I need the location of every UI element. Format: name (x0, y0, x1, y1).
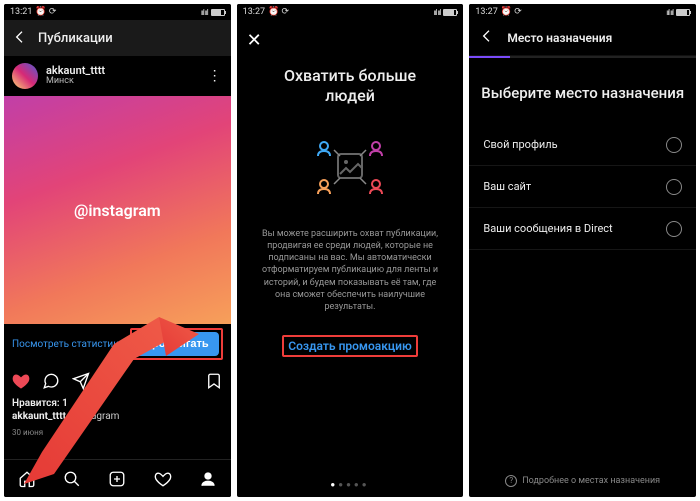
page-indicator: ●●●●● (237, 480, 464, 489)
radio-icon[interactable] (666, 137, 682, 153)
status-time: 13:27 (243, 7, 265, 17)
app-header: Место назначения (469, 20, 696, 56)
app-header: Публикации (4, 20, 231, 56)
post-caption: akkaunt_tttt #instagram (4, 409, 231, 424)
option-website[interactable]: Ваш сайт (469, 166, 696, 208)
help-link[interactable]: ? Подробнее о местах назначения (469, 475, 696, 487)
status-icons: ⏰ ⟳ (501, 7, 522, 17)
promo-title-l2: людей (325, 86, 375, 105)
status-bar: 13:21 ⏰ ⟳ ııl ııl (4, 4, 231, 20)
signal-icon: ııl ııl (434, 8, 441, 17)
like-icon[interactable] (12, 372, 30, 390)
option-label: Ваши сообщения в Direct (483, 222, 612, 235)
post-author-row[interactable]: akkaunt_tttt Минск ⋮ (4, 56, 231, 96)
caption-hashtag[interactable]: #instagram (68, 411, 119, 422)
screen-2-promo-intro: 13:27 ⏰ ⟳ ııl ııl ✕ Охватить больше люде… (237, 4, 464, 497)
back-icon[interactable] (479, 28, 495, 47)
post-image[interactable]: @instagram (4, 96, 231, 324)
progress-bar (469, 56, 696, 58)
status-bar: 13:27 ⏰ ⟳ ııl ııl (237, 4, 464, 20)
signal-icon: ııl ııl (666, 8, 673, 17)
likes-count[interactable]: Нравится: 1 (4, 398, 231, 409)
create-promo-link[interactable]: Создать промоакцию (288, 339, 412, 353)
insight-row: Посмотреть статистику Продвигать (4, 324, 231, 364)
battery-icon (211, 9, 225, 16)
destination-heading: Выберите место назначения (469, 84, 696, 102)
status-icons: ⏰ ⟳ (268, 7, 289, 17)
page-title: Место назначения (507, 31, 612, 45)
page-title: Публикации (38, 31, 113, 46)
caption-username[interactable]: akkaunt_tttt (12, 411, 66, 422)
promote-button[interactable]: Продвигать (134, 332, 219, 356)
status-time: 13:21 (10, 7, 32, 17)
screen-1-post: 13:21 ⏰ ⟳ ııl ııl Публикации akkaunt_ttt… (4, 4, 231, 497)
back-icon[interactable] (12, 29, 28, 48)
promo-title-l1: Охватить больше (284, 66, 416, 85)
radio-icon[interactable] (666, 179, 682, 195)
help-text: Подробнее о местах назначения (522, 476, 660, 486)
home-icon[interactable] (18, 470, 36, 488)
radio-icon[interactable] (666, 221, 682, 237)
promo-description: Вы можете расширить охват публикации, пр… (237, 228, 464, 313)
view-stats-link[interactable]: Посмотреть статистику (12, 339, 123, 350)
battery-icon (443, 9, 457, 16)
status-time: 13:27 (475, 7, 497, 17)
post-image-text: @instagram (74, 201, 161, 220)
status-bar: 13:27 ⏰ ⟳ ııl ııl (469, 4, 696, 20)
comment-icon[interactable] (42, 372, 60, 390)
bookmark-icon[interactable] (205, 372, 223, 390)
cta-highlight: Создать промоакцию (282, 335, 418, 357)
option-label: Свой профиль (483, 138, 557, 151)
share-icon[interactable] (72, 372, 90, 390)
profile-nav-icon[interactable] (199, 470, 217, 488)
help-icon: ? (505, 475, 517, 487)
bottom-nav (4, 459, 231, 497)
more-icon[interactable]: ⋮ (208, 68, 223, 84)
screen-3-destination: 13:27 ⏰ ⟳ ııl ııl Место назначения Выбер… (469, 4, 696, 497)
search-nav-icon[interactable] (63, 470, 81, 488)
promo-title: Охватить больше людей (284, 66, 416, 106)
user-location[interactable]: Минск (46, 77, 200, 87)
activity-icon[interactable] (154, 470, 172, 488)
close-icon[interactable]: ✕ (247, 30, 262, 51)
status-icons: ⏰ ⟳ (35, 7, 56, 17)
option-direct[interactable]: Ваши сообщения в Direct (469, 208, 696, 250)
post-date: 30 июня (4, 424, 231, 441)
battery-icon (676, 9, 690, 16)
promo-illustration (310, 132, 390, 202)
action-bar (4, 364, 231, 398)
avatar[interactable] (12, 63, 38, 89)
signal-icon: ııl ııl (201, 8, 208, 17)
add-post-icon[interactable] (108, 470, 126, 488)
option-label: Ваш сайт (483, 180, 531, 193)
option-profile[interactable]: Свой профиль (469, 124, 696, 166)
promote-highlight: Продвигать (130, 328, 223, 360)
